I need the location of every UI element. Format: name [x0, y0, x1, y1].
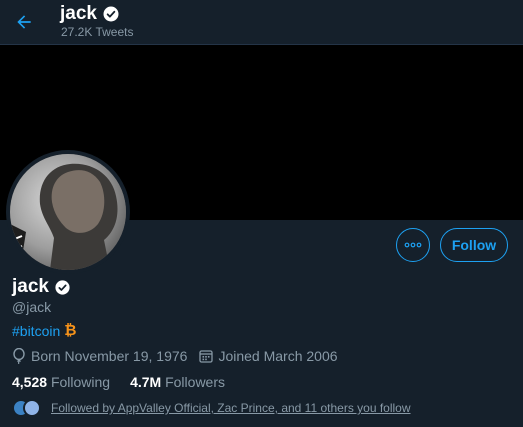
follow-button[interactable]: Follow: [440, 228, 508, 262]
bitcoin-symbol: ₿: [64, 322, 77, 339]
birthdate-item: Born November 19, 1976: [12, 348, 187, 364]
tweet-count: 27.2K Tweets: [61, 25, 134, 39]
header-name: jack: [60, 3, 97, 24]
verified-badge-icon: [55, 279, 70, 295]
calendar-icon: [199, 350, 214, 363]
profile-page: jack 27.2K Tweets Follow jack @jack #bit…: [0, 0, 523, 427]
display-name: jack: [12, 276, 49, 297]
profile-meta: Born November 19, 1976 Joined March 2006: [12, 348, 350, 364]
following-label: Following: [50, 374, 111, 390]
header-title: jack: [60, 3, 120, 25]
followed-by-row[interactable]: Followed by AppValley Official, Zac Prin…: [12, 399, 411, 417]
profile-handle: @jack: [12, 299, 52, 315]
balloon-icon: [13, 348, 25, 364]
profile-name: jack: [12, 276, 71, 298]
following-count: 4,528: [12, 374, 48, 390]
followers-link[interactable]: 4.7M Followers: [130, 374, 225, 390]
followers-label: Followers: [165, 374, 225, 390]
following-link[interactable]: 4,528 Following: [12, 374, 110, 390]
joined-text: Joined March 2006: [218, 348, 338, 364]
bitcoin-hashtag-link[interactable]: #bitcoin: [12, 323, 60, 339]
followed-by-text[interactable]: Followed by AppValley Official, Zac Prin…: [51, 401, 411, 415]
avatar[interactable]: [6, 150, 130, 274]
back-button[interactable]: [8, 6, 40, 38]
verified-badge-icon: [103, 6, 119, 22]
followers-count: 4.7M: [130, 374, 162, 390]
follower-avatar-icon: [23, 399, 41, 417]
more-icon: [404, 242, 422, 248]
more-options-button[interactable]: [396, 228, 430, 262]
avatar-photo-icon: [10, 154, 126, 270]
joined-item: Joined March 2006: [199, 348, 338, 364]
back-arrow-icon: [17, 15, 31, 29]
follow-stats: 4,528 Following 4.7M Followers: [12, 374, 245, 390]
birthdate-text: Born November 19, 1976: [31, 348, 188, 364]
profile-bio: #bitcoin ₿: [12, 322, 77, 339]
profile-header: jack 27.2K Tweets: [0, 0, 523, 45]
avatar-image: [10, 154, 126, 270]
